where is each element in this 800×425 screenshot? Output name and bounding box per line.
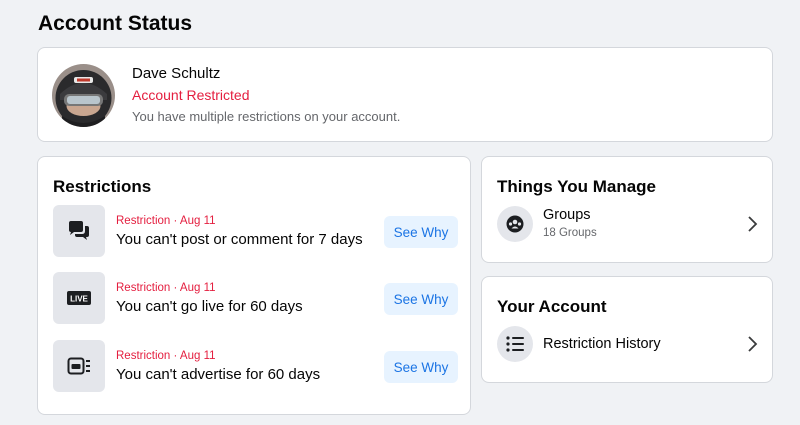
groups-count: 18 Groups (543, 227, 597, 239)
restriction-item: Restriction · Aug 11 You can't post or c… (53, 205, 458, 257)
list-icon (497, 326, 533, 362)
restriction-date: Restriction · Aug 11 (116, 282, 216, 294)
restriction-history-label: Restriction History (543, 336, 661, 352)
groups-icon (497, 206, 533, 242)
avatar-image (52, 64, 115, 127)
restriction-history-row[interactable]: Restriction History (497, 325, 759, 365)
account-status-description: You have multiple restrictions on your a… (132, 109, 401, 124)
page-title: Account Status (38, 12, 193, 35)
live-badge-text: LIVE (70, 295, 88, 304)
things-you-manage-card: Things You Manage Groups 18 Groups (481, 156, 773, 263)
restriction-description: You can't advertise for 60 days (116, 366, 321, 383)
groups-row[interactable]: Groups 18 Groups (497, 205, 759, 245)
account-status-label: Account Restricted (132, 87, 250, 103)
restrictions-card: Restrictions Restriction · Aug 11 You ca… (37, 156, 471, 415)
restriction-description: You can't go live for 60 days (116, 298, 303, 315)
restriction-item: Restriction · Aug 11 You can't advertise… (53, 340, 458, 392)
restriction-date: Restriction · Aug 11 (116, 350, 216, 362)
groups-label: Groups (543, 207, 591, 223)
avatar[interactable] (52, 64, 115, 127)
restriction-date: Restriction · Aug 11 (116, 215, 216, 227)
restriction-item: LIVE Restriction · Aug 11 You can't go l… (53, 272, 458, 324)
see-why-button[interactable]: See Why (384, 351, 458, 383)
account-status-card: Dave Schultz Account Restricted You have… (37, 47, 773, 142)
chevron-right-icon (748, 216, 758, 232)
ad-icon (53, 340, 105, 392)
chevron-right-icon (748, 336, 758, 352)
chat-bubbles-icon (53, 205, 105, 257)
your-account-title: Your Account (497, 297, 607, 316)
live-icon: LIVE (53, 272, 105, 324)
user-name[interactable]: Dave Schultz (132, 65, 220, 82)
see-why-button[interactable]: See Why (384, 216, 458, 248)
things-you-manage-title: Things You Manage (497, 177, 656, 196)
your-account-card: Your Account Restriction History (481, 276, 773, 383)
restriction-description: You can't post or comment for 7 days (116, 231, 363, 248)
see-why-button[interactable]: See Why (384, 283, 458, 315)
restrictions-title: Restrictions (53, 177, 152, 196)
